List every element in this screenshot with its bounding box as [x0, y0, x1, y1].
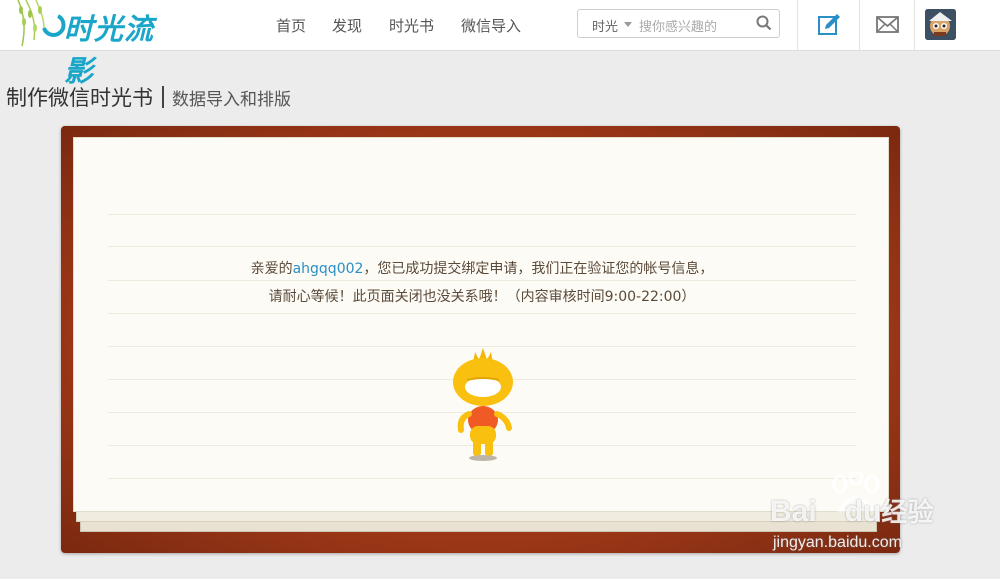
- mascot-icon: [453, 348, 513, 461]
- title-divider: [162, 86, 164, 108]
- chevron-down-icon[interactable]: [624, 22, 632, 27]
- logo-text: 时光流影: [64, 12, 155, 88]
- watermark-site: jingyan.baidu.com: [773, 534, 902, 551]
- ruled-line: [108, 478, 856, 479]
- ruled-line: [108, 246, 856, 247]
- page-title-main: 制作微信时光书: [6, 86, 153, 110]
- nav-wechat-import[interactable]: 微信导入: [461, 15, 521, 36]
- nav-discover[interactable]: 发现: [332, 15, 362, 36]
- ruled-line: [108, 280, 856, 281]
- watermark-brand: Bai du经验: [770, 495, 934, 528]
- notice-paper: 亲爱的ahgqq002，您已成功提交绑定申请，我们正在验证您的帐号信息， 请耐心…: [73, 137, 889, 512]
- ruled-line: [108, 214, 856, 215]
- nav-timebook[interactable]: 时光书: [389, 15, 434, 36]
- notice-line-1: 亲爱的ahgqq002，您已成功提交绑定申请，我们正在验证您的帐号信息，: [74, 258, 890, 278]
- avatar[interactable]: [925, 9, 956, 40]
- write-button[interactable]: [797, 0, 859, 51]
- notice-line-2: 请耐心等候！此页面关闭也没关系哦！（内容审核时间9:00-22:00）: [268, 289, 696, 305]
- search-input[interactable]: 搜你感兴趣的: [639, 16, 717, 35]
- search-scope-select[interactable]: 时光: [592, 16, 618, 35]
- ruled-line: [108, 313, 856, 314]
- page-subtitle: 数据导入和排版: [172, 90, 291, 110]
- top-header: 时光流影 首页 发现 时光书 微信导入 时光 搜你感兴趣的: [0, 0, 1000, 88]
- nav-home[interactable]: 首页: [276, 15, 306, 36]
- mail-icon: [876, 16, 899, 33]
- search-icon[interactable]: [756, 15, 772, 31]
- page-title: 制作微信时光书 数据导入和排版: [6, 82, 291, 112]
- notice-line-1-rest: ，您已成功提交绑定申请，我们正在验证您的帐号信息，: [363, 261, 714, 277]
- notice-greeting: 亲爱的: [250, 261, 293, 277]
- edit-icon: [818, 14, 840, 35]
- notice-username: ahgqq002: [292, 261, 364, 277]
- messages-button[interactable]: [859, 0, 914, 51]
- site-logo[interactable]: 时光流影: [14, 0, 174, 88]
- search-box: 时光 搜你感兴趣的: [577, 9, 780, 38]
- paper-stack-middle: [76, 511, 880, 522]
